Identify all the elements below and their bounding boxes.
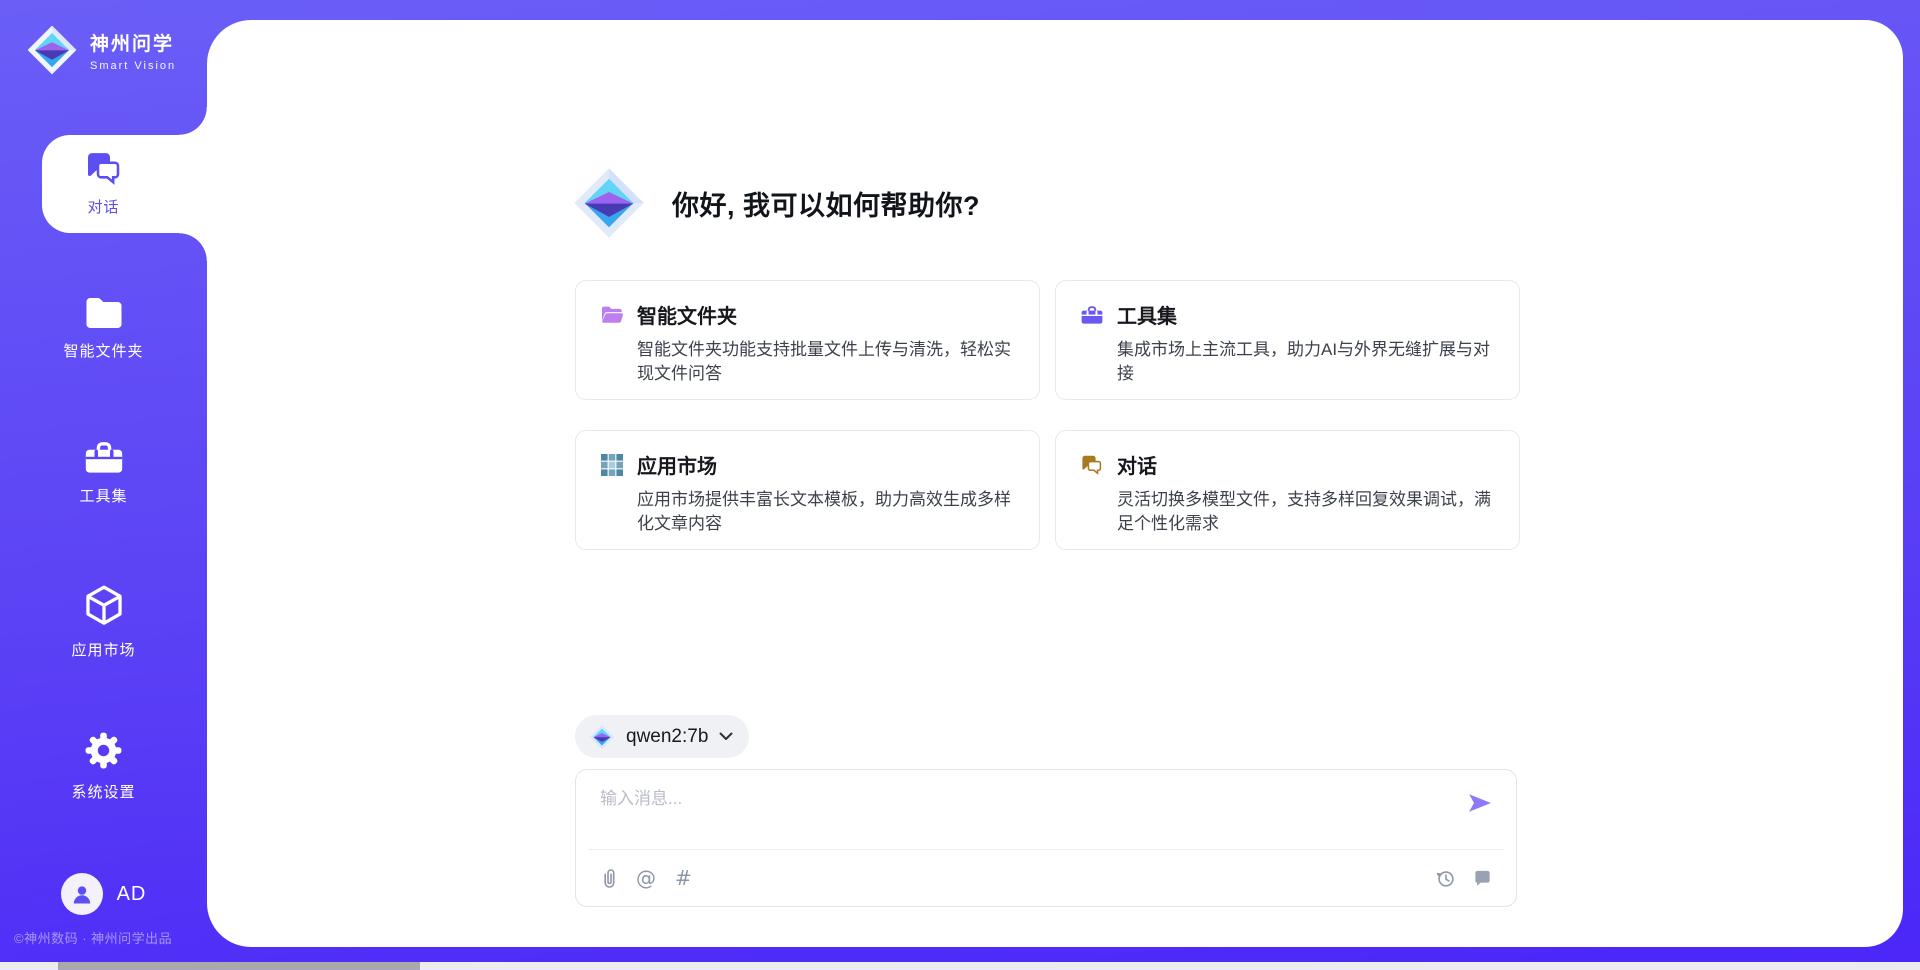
scrollbar-thumb[interactable]: [58, 962, 420, 970]
greeting: 你好, 我可以如何帮助你?: [572, 166, 980, 240]
sidebar-item-label: 系统设置: [71, 781, 135, 802]
model-selector[interactable]: qwen2:7b: [575, 715, 749, 758]
hash-icon[interactable]: #: [675, 868, 692, 888]
card-title: 智能文件夹: [637, 300, 737, 329]
brand-logo: 神州问学 Smart Vision: [26, 24, 176, 76]
mention-icon[interactable]: @: [636, 868, 656, 888]
card-description: 集成市场上主流工具，助力AI与外界无缝扩展与对接: [1117, 338, 1495, 386]
cube-icon: [84, 584, 124, 629]
page-background: { "brand": { "name": "神州问学", "subtitle":…: [0, 0, 1920, 970]
greeting-diamond-icon: [572, 166, 646, 240]
comment-icon[interactable]: [1473, 869, 1492, 888]
brand-diamond-icon: [26, 24, 78, 76]
card-app-market[interactable]: 应用市场 应用市场提供丰富长文本模板，助力高效生成多样化文章内容: [575, 430, 1040, 550]
active-tab-background: [42, 135, 207, 233]
greeting-text: 你好, 我可以如何帮助你?: [672, 184, 980, 223]
sidebar-item-label: 对话: [87, 196, 119, 217]
person-icon: [70, 882, 94, 906]
chat-icon: [1080, 453, 1104, 477]
card-title: 应用市场: [637, 450, 717, 479]
model-diamond-icon: [589, 724, 615, 750]
sidebar: 神州问学 Smart Vision 对话 智能文件夹 工具集: [0, 0, 207, 970]
card-description: 智能文件夹功能支持批量文件上传与清洗，轻松实现文件问答: [637, 338, 1015, 386]
message-input[interactable]: [600, 784, 1440, 840]
message-composer: @ #: [575, 769, 1517, 907]
model-name: qwen2:7b: [626, 726, 708, 748]
card-description: 应用市场提供丰富长文本模板，助力高效生成多样化文章内容: [637, 488, 1015, 536]
card-toolset[interactable]: 工具集 集成市场上主流工具，助力AI与外界无缝扩展与对接: [1055, 280, 1520, 400]
sidebar-item-label: 应用市场: [71, 639, 135, 660]
card-description: 灵活切换多模型文件，支持多样回复效果调试，满足个性化需求: [1117, 488, 1495, 536]
card-title: 工具集: [1117, 300, 1177, 329]
brand-name: 神州问学: [90, 29, 176, 56]
send-icon[interactable]: [1468, 792, 1492, 814]
feature-cards: 智能文件夹 智能文件夹功能支持批量文件上传与清洗，轻松实现文件问答 工具集 集成…: [575, 280, 1520, 550]
chat-icon: [84, 151, 124, 186]
card-chat[interactable]: 对话 灵活切换多模型文件，支持多样回复效果调试，满足个性化需求: [1055, 430, 1520, 550]
sidebar-item-app-market[interactable]: 应用市场: [0, 584, 207, 660]
user-avatar[interactable]: AD: [0, 873, 207, 915]
sidebar-item-label: 智能文件夹: [63, 340, 143, 361]
sidebar-item-settings[interactable]: 系统设置: [0, 730, 207, 802]
folder-icon: [84, 296, 124, 330]
sidebar-footer-text: ©神州数码 · 神州问学出品: [14, 928, 172, 947]
avatar: [61, 873, 103, 915]
sidebar-item-chat[interactable]: 对话: [0, 151, 207, 217]
attach-icon[interactable]: [600, 867, 617, 890]
card-title: 对话: [1117, 450, 1157, 479]
sidebar-item-toolset[interactable]: 工具集: [0, 440, 207, 506]
sidebar-item-smart-folder[interactable]: 智能文件夹: [0, 296, 207, 361]
folder-open-icon: [600, 303, 624, 327]
user-initials: AD: [117, 883, 147, 906]
toolbox-icon: [1080, 303, 1104, 327]
sidebar-item-label: 工具集: [79, 485, 127, 506]
chevron-down-icon: [719, 732, 733, 741]
brand-subtitle: Smart Vision: [90, 60, 176, 72]
composer-toolbar: @ #: [588, 849, 1504, 906]
horizontal-scrollbar[interactable]: [0, 962, 1920, 970]
grid-icon: [600, 453, 624, 477]
toolbox-icon: [83, 440, 125, 475]
history-icon[interactable]: [1435, 868, 1456, 889]
card-smart-folder[interactable]: 智能文件夹 智能文件夹功能支持批量文件上传与清洗，轻松实现文件问答: [575, 280, 1040, 400]
gear-icon: [83, 730, 124, 771]
